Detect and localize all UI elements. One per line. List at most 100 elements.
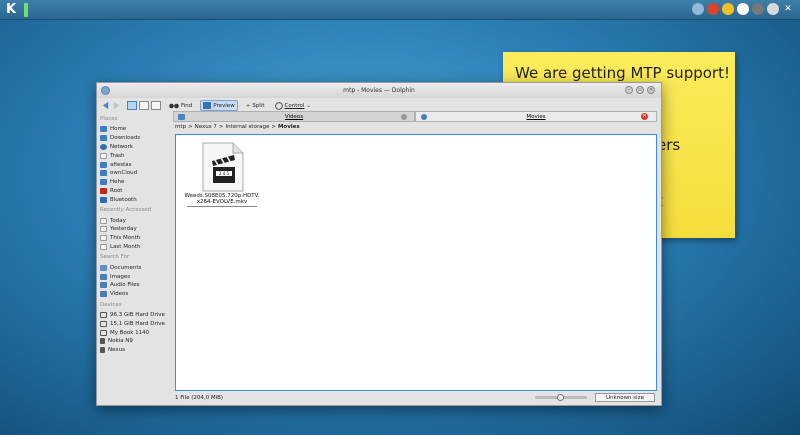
preview-button[interactable]: Preview: [200, 100, 238, 111]
sidebar-item-this-month[interactable]: This Month: [100, 234, 173, 243]
places-panel: Places Home Downloads Network Trash afie…: [97, 113, 173, 405]
sidebar-item-root[interactable]: Root: [100, 187, 173, 196]
split-icon: +: [245, 102, 251, 109]
sidebar-item-label: Last Month: [110, 243, 141, 250]
sidebar-item-hehe[interactable]: Hehe: [100, 178, 173, 187]
breadcrumb-separator: >: [218, 124, 224, 130]
breadcrumb-item[interactable]: Internal storage: [226, 124, 270, 130]
window-buttons: – ▫ ✕: [625, 86, 655, 94]
sidebar-item-nexus[interactable]: Nexus: [100, 346, 173, 355]
sidebar-item-yesterday[interactable]: Yesterday: [100, 225, 173, 234]
audio-icon: [100, 282, 107, 289]
activity-indicator[interactable]: [24, 3, 28, 17]
zoom-slider[interactable]: [535, 394, 587, 401]
home-icon: [100, 126, 107, 133]
sidebar-item-label: Network: [110, 143, 133, 150]
trash-icon: [100, 152, 107, 159]
sidebar-item-audio-files[interactable]: Audio Files: [100, 281, 173, 290]
devices-header: Devices: [100, 301, 122, 308]
file-view[interactable]: 2 4 5 Weeds.S08E05.720p.HDTV. x264-EVOLV…: [175, 134, 657, 391]
sidebar-item-label: Hehe: [110, 179, 125, 186]
sidebar-item-label: Downloads: [110, 135, 141, 142]
breadcrumb: mtp > Nexus 7 > Internal storage > Movie…: [175, 124, 300, 130]
folder-icon: [100, 179, 107, 186]
sidebar-item-label: Trash: [110, 152, 125, 159]
clock-icon[interactable]: [722, 3, 734, 15]
sidebar-item-owncloud[interactable]: ownCloud: [100, 169, 173, 178]
forward-icon[interactable]: [112, 101, 121, 110]
find-button[interactable]: Find: [167, 101, 194, 110]
hard-drive-icon: [100, 329, 107, 336]
tab-videos[interactable]: Videos: [173, 111, 415, 122]
sidebar-item-images[interactable]: Images: [100, 272, 173, 281]
close-icon[interactable]: ✕: [782, 3, 794, 15]
back-icon[interactable]: [101, 101, 110, 110]
window-titlebar[interactable]: mtp - Movies — Dolphin – ▫ ✕: [97, 83, 661, 98]
control-button[interactable]: Control ⌄: [273, 101, 314, 111]
sidebar-item-label: My Book 1140: [110, 329, 150, 336]
find-label: Find: [181, 102, 193, 109]
lock-icon[interactable]: [767, 3, 779, 15]
minimize-icon[interactable]: –: [625, 86, 633, 94]
calendar-icon: [100, 243, 107, 250]
breadcrumb-item[interactable]: Movies: [278, 124, 300, 130]
binoculars-icon: [169, 103, 179, 109]
sidebar-item-documents[interactable]: Documents: [100, 263, 173, 272]
sidebar-item-videos[interactable]: Videos: [100, 290, 173, 299]
recent-header: Recently Accessed: [100, 207, 152, 214]
network-icon[interactable]: [692, 3, 704, 15]
system-tray: ✕: [692, 3, 794, 15]
maximize-icon[interactable]: ▫: [636, 86, 644, 94]
sidebar-item-today[interactable]: Today: [100, 216, 173, 225]
downloads-icon: [100, 135, 107, 142]
zoom-slider-handle[interactable]: [557, 394, 564, 401]
breadcrumb-item[interactable]: Nexus 7: [195, 124, 217, 130]
places-header: Places: [100, 116, 118, 122]
close-window-icon[interactable]: ✕: [647, 86, 655, 94]
tab-options-icon[interactable]: [401, 114, 407, 120]
phone-icon: [100, 338, 105, 345]
split-label: Split: [252, 102, 265, 109]
compact-view-button[interactable]: [139, 101, 149, 110]
breadcrumb-item[interactable]: mtp: [175, 124, 186, 130]
sidebar-item-home[interactable]: Home: [100, 125, 173, 134]
sidebar-item-downloads[interactable]: Downloads: [100, 134, 173, 143]
close-tab-icon[interactable]: ✕: [641, 113, 648, 120]
sidebar-item-my-book[interactable]: My Book 1140: [100, 328, 173, 337]
calendar-icon: [100, 217, 107, 224]
window-title: mtp - Movies — Dolphin: [343, 87, 415, 94]
details-view-button[interactable]: [151, 101, 161, 110]
tab-bar: Videos Movies ✕: [173, 111, 657, 122]
device-icon[interactable]: [752, 3, 764, 15]
video-file-icon: 2 4 5: [199, 141, 245, 193]
notification-icon[interactable]: [707, 3, 719, 15]
sidebar-item-bluetooth[interactable]: Bluetooth: [100, 195, 173, 204]
tab-label: Videos: [284, 113, 304, 120]
control-icon: [274, 101, 283, 110]
sidebar-item-network[interactable]: Network: [100, 143, 173, 152]
breadcrumb-separator: >: [271, 124, 276, 130]
search-icon[interactable]: [737, 3, 749, 15]
mtp-device-icon: [421, 114, 427, 120]
folder-icon: [100, 170, 107, 177]
network-folder-icon: [100, 143, 107, 150]
top-panel: K ✕: [0, 0, 800, 20]
split-button[interactable]: + Split: [244, 102, 267, 110]
status-text: 1 File (204,0 MiB): [175, 395, 224, 401]
sidebar-item-trash[interactable]: Trash: [100, 151, 173, 160]
file-item[interactable]: 2 4 5 Weeds.S08E05.720p.HDTV. x264-EVOLV…: [184, 141, 260, 207]
sidebar-item-afiestas[interactable]: afiestas: [100, 160, 173, 169]
application-launcher-button[interactable]: K: [6, 2, 22, 18]
root-folder-icon: [100, 187, 107, 194]
icons-view-button[interactable]: [127, 101, 137, 110]
tab-movies[interactable]: Movies ✕: [415, 111, 657, 122]
sidebar-item-label: This Month: [110, 235, 141, 242]
sidebar-item-drive-15[interactable]: 15,1 GiB Hard Drive: [100, 319, 173, 328]
sidebar-item-label: 96,3 GiB Hard Drive: [110, 311, 165, 318]
sidebar-item-nokia-n9[interactable]: Nokia N9: [100, 337, 173, 346]
file-manager-window: mtp - Movies — Dolphin – ▫ ✕ Find Previe…: [96, 82, 662, 406]
images-icon: [100, 273, 107, 280]
sidebar-item-label: Bluetooth: [110, 196, 137, 203]
sidebar-item-drive-96[interactable]: 96,3 GiB Hard Drive: [100, 311, 173, 320]
sidebar-item-last-month[interactable]: Last Month: [100, 243, 173, 252]
